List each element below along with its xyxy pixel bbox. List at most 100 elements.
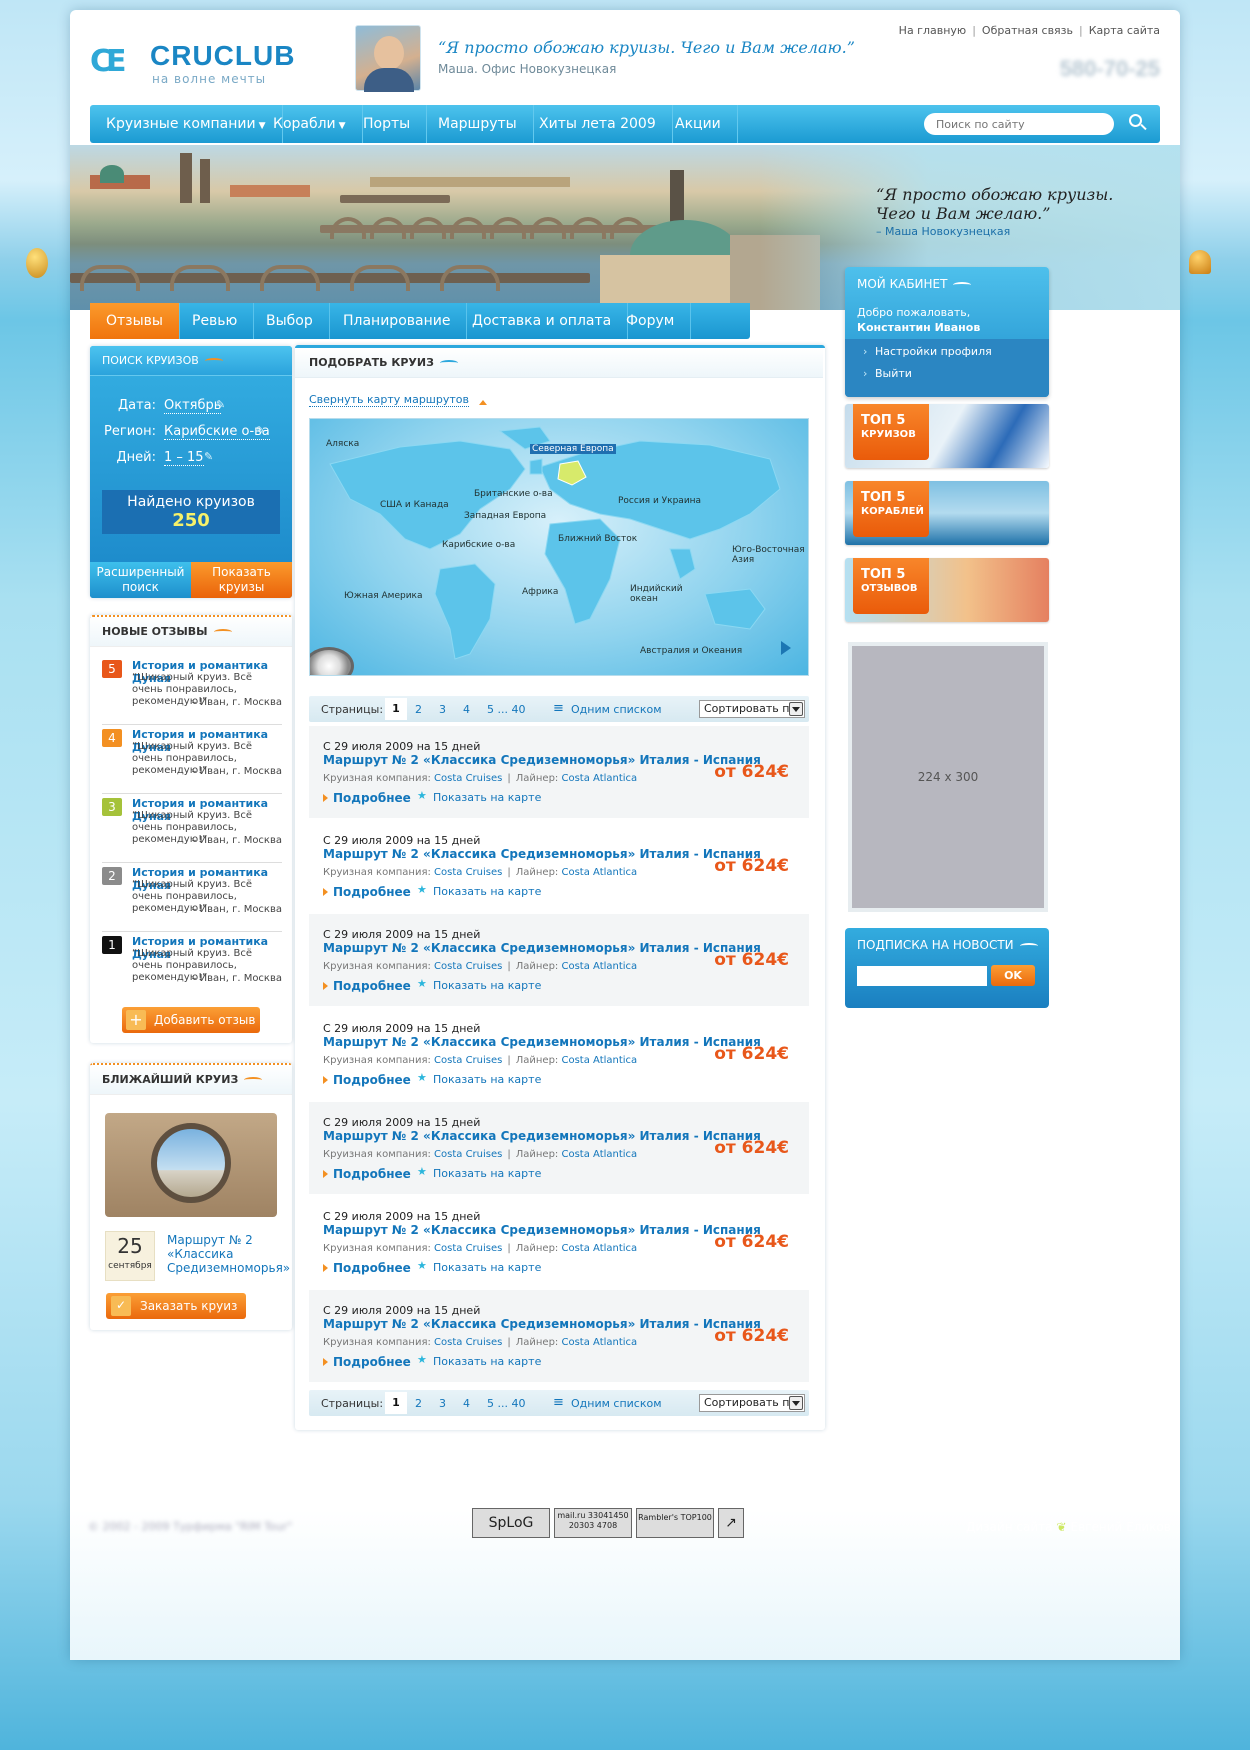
tab-review[interactable]: Ревью xyxy=(176,303,255,339)
show-on-map-link[interactable]: Показать на карте xyxy=(417,1071,541,1086)
designer-link[interactable]: Евгений Еликов xyxy=(1071,1520,1171,1534)
search-icon[interactable] xyxy=(1126,111,1150,135)
nav-cruise-companies[interactable]: Круизные компании ▼ xyxy=(90,105,283,143)
subscribe-button[interactable]: OK xyxy=(991,965,1035,986)
mailru-counter[interactable]: mail.ru 33041450 20303 4708 xyxy=(554,1508,632,1538)
site-logo[interactable]: CE CRUCLUB на волне мечты xyxy=(90,40,300,90)
ship-link[interactable]: Costa Atlantica xyxy=(561,867,637,878)
ad-placeholder[interactable]: 224 x 300 xyxy=(848,642,1048,912)
cruise-route-link[interactable]: Маршрут № 2 «Классика Средиземноморья» И… xyxy=(323,1035,761,1049)
page-2[interactable]: 2 xyxy=(415,703,422,716)
top5-cruises[interactable]: ТОП 5 КРУИЗОВ xyxy=(845,404,1049,468)
nav-hits[interactable]: Хиты лета 2009 xyxy=(523,105,673,143)
details-link[interactable]: Подробнее xyxy=(323,1073,411,1087)
rambler-counter[interactable]: Rambler's TOP100 xyxy=(636,1508,714,1538)
show-on-map-link[interactable]: Показать на карте xyxy=(417,883,541,898)
company-link[interactable]: Costa Cruises xyxy=(434,773,502,784)
company-link[interactable]: Costa Cruises xyxy=(434,867,502,878)
single-list-link[interactable]: Одним списком xyxy=(553,701,661,716)
date-filter[interactable]: Октябрь xyxy=(164,398,222,414)
region-western-europe[interactable]: Западная Европа xyxy=(464,511,546,521)
extended-search-button[interactable]: Расширенный поиск xyxy=(90,562,191,598)
world-map[interactable]: Аляска Северная Европа США и Канада Брит… xyxy=(309,418,809,676)
arrow-right-icon[interactable] xyxy=(781,641,798,655)
cruise-route-link[interactable]: Маршрут № 2 «Классика Средиземноморья» И… xyxy=(323,1317,761,1331)
company-link[interactable]: Costa Cruises xyxy=(434,961,502,972)
details-link[interactable]: Подробнее xyxy=(323,1167,411,1181)
region-caribbean[interactable]: Карибские о-ва xyxy=(442,540,515,550)
region-northern-europe[interactable]: Северная Европа xyxy=(530,444,616,454)
cruise-route-link[interactable]: Маршрут № 2 «Классика Средиземноморья» И… xyxy=(323,1223,761,1237)
ship-link[interactable]: Costa Atlantica xyxy=(561,1337,637,1348)
page-3[interactable]: 3 xyxy=(439,703,446,716)
show-on-map-link[interactable]: Показать на карте xyxy=(417,789,541,804)
ship-link[interactable]: Costa Atlantica xyxy=(561,773,637,784)
region-alaska[interactable]: Аляска xyxy=(326,439,359,449)
nearest-route-link[interactable]: Маршрут № 2 «Классика Средиземноморья» xyxy=(167,1233,290,1275)
cruise-route-link[interactable]: Маршрут № 2 «Классика Средиземноморья» И… xyxy=(323,847,761,861)
region-australia-oceania[interactable]: Австралия и Океания xyxy=(640,646,742,656)
ship-link[interactable]: Costa Atlantica xyxy=(561,1149,637,1160)
company-link[interactable]: Costa Cruises xyxy=(434,1149,502,1160)
ship-link[interactable]: Costa Atlantica xyxy=(561,1243,637,1254)
region-south-america[interactable]: Южная Америка xyxy=(344,591,423,601)
page-2[interactable]: 2 xyxy=(415,1397,422,1410)
region-russia-ukraine[interactable]: Россия и Украина xyxy=(618,496,701,506)
pencil-icon[interactable]: ✎ xyxy=(216,398,225,411)
details-link[interactable]: Подробнее xyxy=(323,979,411,993)
pencil-icon[interactable]: ✎ xyxy=(204,450,213,463)
region-filter[interactable]: Карибские о-ва xyxy=(164,424,270,440)
sort-select[interactable]: Сортировать по xyxy=(699,1394,805,1412)
page-3[interactable]: 3 xyxy=(439,1397,446,1410)
link-feedback[interactable]: Обратная связь xyxy=(982,24,1073,37)
cruise-route-link[interactable]: Маршрут № 2 «Классика Средиземноморья» И… xyxy=(323,753,761,767)
nav-promotions[interactable]: Акции xyxy=(659,105,738,143)
splog-counter[interactable]: SpLoG xyxy=(472,1508,550,1538)
logout-link[interactable]: Выйти xyxy=(863,367,912,380)
profile-settings-link[interactable]: Настройки профиля xyxy=(863,345,992,358)
order-cruise-button[interactable]: ✓ Заказать круиз xyxy=(106,1293,246,1319)
details-link[interactable]: Подробнее xyxy=(323,1355,411,1369)
region-usa-canada[interactable]: США и Канада xyxy=(380,500,449,510)
details-link[interactable]: Подробнее xyxy=(323,885,411,899)
details-link[interactable]: Подробнее xyxy=(323,1261,411,1275)
top5-reviews[interactable]: ТОП 5 ОТЗЫВОВ xyxy=(845,558,1049,622)
external-link-icon[interactable]: ↗ xyxy=(718,1508,744,1538)
tab-choice[interactable]: Выбор xyxy=(250,303,330,339)
nav-routes[interactable]: Маршруты xyxy=(422,105,534,143)
show-on-map-link[interactable]: Показать на карте xyxy=(417,977,541,992)
company-link[interactable]: Costa Cruises xyxy=(434,1337,502,1348)
region-africa[interactable]: Африка xyxy=(522,587,558,597)
details-link[interactable]: Подробнее xyxy=(323,791,411,805)
pencil-icon[interactable]: ✎ xyxy=(256,424,265,437)
days-filter[interactable]: 1 – 15 xyxy=(164,450,204,466)
company-link[interactable]: Costa Cruises xyxy=(434,1243,502,1254)
show-on-map-link[interactable]: Показать на карте xyxy=(417,1165,541,1180)
tab-forum[interactable]: Форум xyxy=(610,303,692,339)
link-sitemap[interactable]: Карта сайта xyxy=(1089,24,1160,37)
show-on-map-link[interactable]: Показать на карте xyxy=(417,1259,541,1274)
nav-ports[interactable]: Порты xyxy=(347,105,428,143)
add-review-button[interactable]: + Добавить отзыв xyxy=(122,1007,260,1033)
link-home[interactable]: На главную xyxy=(899,24,967,37)
page-1[interactable]: 1 xyxy=(385,698,407,720)
sort-select[interactable]: Сортировать по xyxy=(699,700,805,718)
ship-link[interactable]: Costa Atlantica xyxy=(561,961,637,972)
search-input[interactable] xyxy=(924,113,1114,135)
page-5-40[interactable]: 5 ... 40 xyxy=(487,1397,525,1410)
region-british-isles[interactable]: Британские о-ва xyxy=(474,489,553,499)
top5-ships[interactable]: ТОП 5 КОРАБЛЕЙ xyxy=(845,481,1049,545)
company-link[interactable]: Costa Cruises xyxy=(434,1055,502,1066)
region-middle-east[interactable]: Ближний Восток xyxy=(558,534,637,544)
page-5-40[interactable]: 5 ... 40 xyxy=(487,703,525,716)
region-southeast-asia[interactable]: Юго-Восточная Азия xyxy=(732,545,808,565)
page-1[interactable]: 1 xyxy=(385,1392,407,1414)
ship-link[interactable]: Costa Atlantica xyxy=(561,1055,637,1066)
tab-reviews[interactable]: Отзывы xyxy=(90,303,180,339)
cruise-route-link[interactable]: Маршрут № 2 «Классика Средиземноморья» И… xyxy=(323,1129,761,1143)
collapse-map-link[interactable]: Свернуть карту маршрутов xyxy=(309,393,487,407)
show-cruises-button[interactable]: Показать круизы xyxy=(191,562,292,598)
newsletter-email-input[interactable] xyxy=(857,966,987,986)
show-on-map-link[interactable]: Показать на карте xyxy=(417,1353,541,1368)
tab-delivery[interactable]: Доставка и оплата xyxy=(456,303,629,339)
